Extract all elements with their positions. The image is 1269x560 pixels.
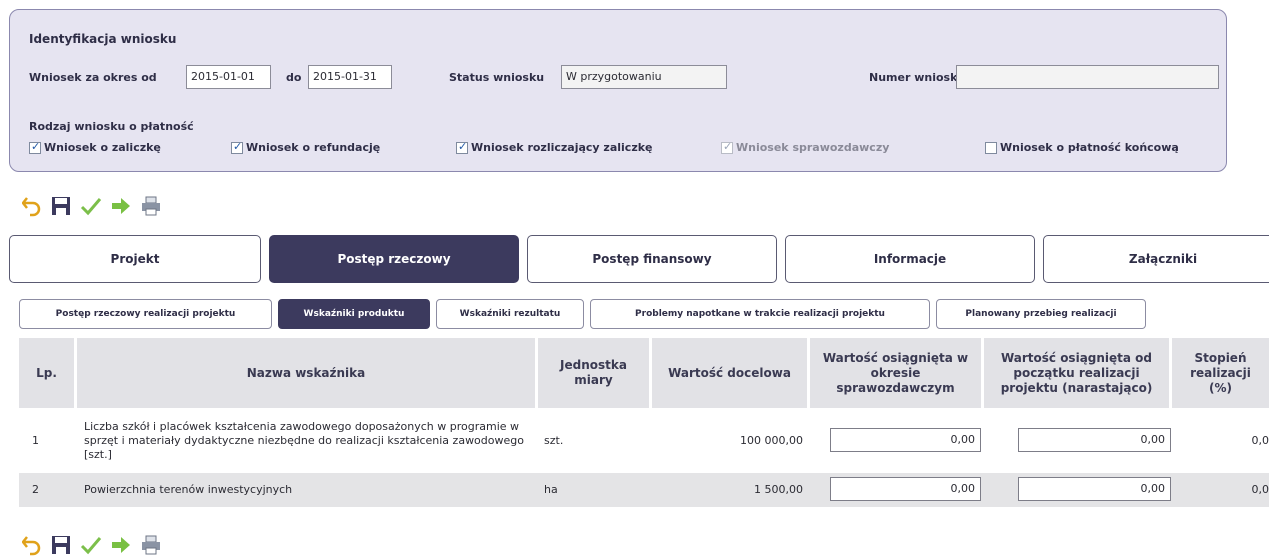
checkbox-icon[interactable]	[231, 140, 243, 154]
checkbox-label: Wniosek o płatność końcową	[1000, 141, 1179, 154]
header-degree: Stopień realizacji (%)	[1172, 338, 1269, 408]
undo-icon[interactable]	[22, 534, 42, 556]
checkbox-icon[interactable]	[456, 140, 468, 154]
type-advance-checkbox[interactable]: Wniosek o zaliczkę	[29, 140, 161, 154]
checkbox-label: Wniosek rozliczający zaliczkę	[471, 141, 653, 154]
payment-type-label: Rodzaj wniosku o płatność	[29, 120, 194, 133]
status-field: W przygotowaniu	[561, 65, 727, 89]
toolbar-bottom	[22, 534, 162, 556]
checkbox-label: Wniosek sprawozdawczy	[736, 141, 890, 154]
print-icon[interactable]	[140, 195, 162, 217]
type-final-checkbox[interactable]: Wniosek o płatność końcową	[985, 141, 1179, 154]
row-degree: 0,0	[1251, 483, 1269, 496]
subtab-problemy[interactable]: Problemy napotkane w trakcie realizacji …	[590, 299, 930, 329]
period-from-label: Wniosek za okres od	[29, 71, 157, 84]
header-cumulative-value: Wartość osiągnięta od początku realizacj…	[984, 338, 1169, 408]
subtab-postep-rzeczowy[interactable]: Postęp rzeczowy realizacji projektu	[19, 299, 272, 329]
row-name: Powierzchnia terenów inwestycyjnych	[84, 483, 293, 496]
tab-postep-finansowy[interactable]: Postęp finansowy	[527, 235, 777, 283]
row-target: 100 000,00	[740, 434, 803, 447]
period-value-input[interactable]: 0,00	[830, 428, 981, 452]
number-field	[956, 65, 1219, 89]
cumulative-value-input[interactable]: 0,00	[1018, 477, 1171, 501]
tab-informacje[interactable]: Informacje	[785, 235, 1035, 283]
tab-projekt[interactable]: Projekt	[9, 235, 261, 283]
type-refund-checkbox[interactable]: Wniosek o refundację	[231, 140, 381, 154]
row-lp: 1	[32, 434, 39, 447]
row-lp: 2	[32, 483, 39, 496]
checkbox-label: Wniosek o refundację	[246, 141, 381, 154]
subtab-wskazniki-rezultatu[interactable]: Wskaźniki rezultatu	[436, 299, 584, 329]
check-icon[interactable]	[80, 195, 102, 217]
header-target: Wartość docelowa	[652, 338, 807, 408]
header-period-value: Wartość osiągnięta w okresie sprawozdawc…	[810, 338, 981, 408]
send-icon[interactable]	[110, 195, 132, 217]
period-value-input[interactable]: 0,00	[830, 477, 981, 501]
table-row: 2 Powierzchnia terenów inwestycyjnych ha…	[19, 473, 1269, 507]
checkbox-icon[interactable]	[29, 140, 41, 154]
number-label: Numer wniosku	[869, 71, 966, 84]
header-unit: Jednostka miary	[538, 338, 649, 408]
type-report-checkbox: Wniosek sprawozdawczy	[721, 140, 890, 154]
send-icon[interactable]	[110, 534, 132, 556]
row-unit: ha	[544, 483, 558, 496]
period-to-label: do	[286, 71, 302, 84]
save-icon[interactable]	[50, 195, 72, 217]
checkbox-icon[interactable]	[985, 141, 997, 154]
subtab-wskazniki-produktu[interactable]: Wskaźniki produktu	[278, 299, 430, 329]
undo-icon[interactable]	[22, 195, 42, 217]
row-degree: 0,0	[1251, 434, 1269, 447]
cumulative-value-input[interactable]: 0,00	[1018, 428, 1171, 452]
tab-zalaczniki[interactable]: Załączniki	[1043, 235, 1269, 283]
checkbox-label: Wniosek o zaliczkę	[44, 141, 161, 154]
period-from-field[interactable]: 2015-01-01	[186, 65, 271, 89]
header-lp: Lp.	[19, 338, 74, 408]
type-settlement-checkbox[interactable]: Wniosek rozliczający zaliczkę	[456, 140, 653, 154]
row-name: Liczba szkół i placówek kształcenia zawo…	[84, 420, 524, 461]
header-name: Nazwa wskaźnika	[77, 338, 535, 408]
row-target: 1 500,00	[754, 483, 803, 496]
check-icon[interactable]	[80, 534, 102, 556]
identification-panel: Identyfikacja wniosku Wniosek za okres o…	[9, 9, 1227, 172]
save-icon[interactable]	[50, 534, 72, 556]
table-row: 1 Liczba szkół i placówek kształcenia za…	[19, 411, 1269, 470]
period-to-field[interactable]: 2015-01-31	[308, 65, 392, 89]
row-unit: szt.	[544, 434, 564, 447]
identification-title: Identyfikacja wniosku	[29, 32, 177, 46]
subtab-planowany-przebieg[interactable]: Planowany przebieg realizacji	[936, 299, 1146, 329]
print-icon[interactable]	[140, 534, 162, 556]
status-label: Status wniosku	[449, 71, 545, 84]
tab-postep-rzeczowy[interactable]: Postęp rzeczowy	[269, 235, 519, 283]
toolbar-top	[22, 195, 162, 217]
checkbox-icon	[721, 140, 733, 154]
